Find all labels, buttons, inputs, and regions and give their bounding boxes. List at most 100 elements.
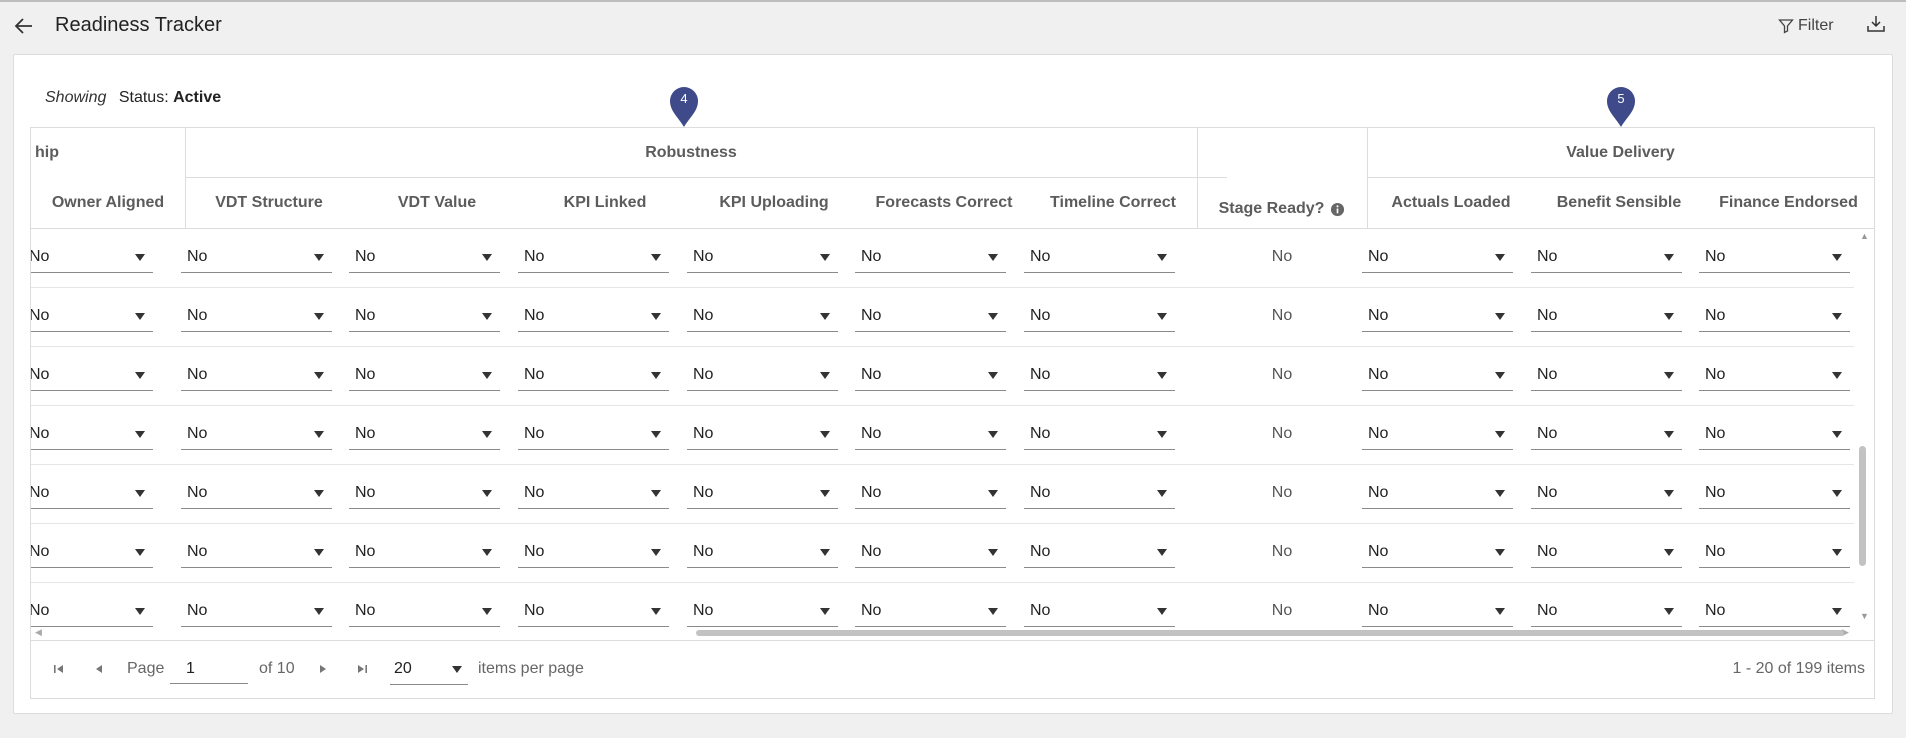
- actuals-loaded-dropdown[interactable]: No: [1362, 242, 1513, 273]
- next-page-icon[interactable]: [316, 662, 330, 676]
- forecasts-correct-dropdown[interactable]: No: [855, 478, 1006, 509]
- caret-down-icon: [651, 312, 661, 320]
- actuals-loaded-dropdown[interactable]: No: [1362, 478, 1513, 509]
- kpi-linked-dropdown[interactable]: No: [518, 596, 669, 627]
- kpi-linked-dropdown[interactable]: No: [518, 537, 669, 568]
- benefit-sensible-dropdown[interactable]: No: [1531, 596, 1682, 627]
- actuals-loaded-dropdown[interactable]: No: [1362, 360, 1513, 391]
- vdt-structure-dropdown[interactable]: No: [181, 596, 332, 627]
- actuals-loaded-dropdown[interactable]: No: [1362, 301, 1513, 332]
- kpi-uploading-dropdown[interactable]: No: [687, 478, 838, 509]
- forecasts-correct-dropdown[interactable]: No: [855, 596, 1006, 627]
- finance-endorsed-dropdown[interactable]: No: [1699, 242, 1850, 273]
- timeline-correct-dropdown[interactable]: No: [1024, 537, 1175, 568]
- kpi-uploading-dropdown[interactable]: No: [687, 301, 838, 332]
- finance-endorsed-dropdown[interactable]: No: [1699, 360, 1850, 391]
- timeline-correct-dropdown[interactable]: No: [1024, 419, 1175, 450]
- kpi-uploading-dropdown[interactable]: No: [687, 596, 838, 627]
- vdt-value-dropdown[interactable]: No: [349, 360, 500, 391]
- benefit-sensible-dropdown[interactable]: No: [1531, 419, 1682, 450]
- vdt-value-dropdown[interactable]: No: [349, 242, 500, 273]
- forecasts-correct-dropdown[interactable]: No: [855, 360, 1006, 391]
- vdt-structure-dropdown[interactable]: No: [181, 242, 332, 273]
- vertical-scrollbar-thumb[interactable]: [1859, 446, 1866, 566]
- owner-aligned-dropdown[interactable]: No: [30, 360, 153, 391]
- actuals-loaded-dropdown[interactable]: No: [1362, 419, 1513, 450]
- kpi-linked-dropdown[interactable]: No: [518, 478, 669, 509]
- last-page-icon[interactable]: [355, 662, 369, 676]
- vdt-value-dropdown[interactable]: No: [349, 537, 500, 568]
- col-header-timeline-correct[interactable]: Timeline Correct: [1029, 178, 1197, 228]
- owner-aligned-dropdown[interactable]: No: [31, 419, 153, 450]
- col-header-forecasts-correct[interactable]: Forecasts Correct: [859, 178, 1029, 228]
- kpi-uploading-dropdown[interactable]: No: [687, 360, 838, 391]
- actuals-loaded-dropdown[interactable]: No: [1362, 537, 1513, 568]
- timeline-correct-dropdown[interactable]: No: [1024, 301, 1175, 332]
- kpi-linked-dropdown[interactable]: No: [518, 301, 669, 332]
- benefit-sensible-dropdown[interactable]: No: [1531, 360, 1682, 391]
- col-header-actuals-loaded[interactable]: Actuals Loaded: [1367, 178, 1535, 228]
- col-header-owner-aligned[interactable]: Owner Aligned: [31, 178, 185, 228]
- scroll-down-arrow-icon[interactable]: ▼: [1860, 611, 1869, 621]
- col-header-finance-endorsed[interactable]: Finance Endorsed: [1703, 178, 1874, 228]
- scroll-up-arrow-icon[interactable]: ▲: [1860, 231, 1869, 241]
- back-button[interactable]: [12, 14, 36, 38]
- vdt-structure-dropdown[interactable]: No: [181, 537, 332, 568]
- forecasts-correct-dropdown[interactable]: No: [855, 301, 1006, 332]
- col-header-vdt-structure[interactable]: VDT Structure: [185, 178, 353, 228]
- actuals-loaded-dropdown[interactable]: No: [1362, 596, 1513, 627]
- col-header-kpi-linked[interactable]: KPI Linked: [521, 178, 689, 228]
- info-icon[interactable]: [1330, 202, 1345, 217]
- kpi-uploading-dropdown[interactable]: No: [687, 537, 838, 568]
- forecasts-correct-dropdown[interactable]: No: [855, 419, 1006, 450]
- kpi-linked-dropdown[interactable]: No: [518, 242, 669, 273]
- finance-endorsed-dropdown[interactable]: No: [1699, 537, 1850, 568]
- benefit-sensible-dropdown[interactable]: No: [1531, 537, 1682, 568]
- vdt-structure-dropdown[interactable]: No: [181, 301, 332, 332]
- forecasts-correct-dropdown[interactable]: No: [855, 242, 1006, 273]
- owner-aligned-dropdown[interactable]: No: [31, 301, 153, 332]
- owner-aligned-dropdown[interactable]: No: [31, 242, 153, 273]
- finance-endorsed-dropdown[interactable]: No: [1699, 478, 1850, 509]
- finance-endorsed-dropdown[interactable]: No: [1699, 419, 1850, 450]
- first-page-icon[interactable]: [52, 662, 66, 676]
- timeline-correct-dropdown[interactable]: No: [1024, 478, 1175, 509]
- prev-page-icon[interactable]: [92, 662, 106, 676]
- timeline-correct-dropdown[interactable]: No: [1024, 360, 1175, 391]
- col-header-vdt-value[interactable]: VDT Value: [353, 178, 521, 228]
- benefit-sensible-dropdown[interactable]: No: [1531, 301, 1682, 332]
- export-button[interactable]: [1866, 14, 1888, 36]
- scroll-left-arrow-icon[interactable]: ◀: [35, 627, 42, 638]
- dropdown-value: No: [30, 366, 50, 383]
- owner-aligned-dropdown[interactable]: No: [31, 478, 153, 509]
- benefit-sensible-dropdown[interactable]: No: [1531, 478, 1682, 509]
- vdt-structure-dropdown[interactable]: No: [181, 478, 332, 509]
- vdt-structure-dropdown[interactable]: No: [181, 360, 332, 391]
- owner-aligned-dropdown[interactable]: No: [31, 596, 153, 627]
- vdt-value-dropdown[interactable]: No: [349, 478, 500, 509]
- filter-button[interactable]: Filter: [1778, 14, 1834, 38]
- vdt-value-dropdown[interactable]: No: [349, 419, 500, 450]
- vdt-structure-dropdown[interactable]: No: [181, 419, 332, 450]
- kpi-linked-dropdown[interactable]: No: [518, 419, 669, 450]
- vdt-value-dropdown[interactable]: No: [349, 301, 500, 332]
- col-header-kpi-uploading[interactable]: KPI Uploading: [689, 178, 859, 228]
- page-number-input[interactable]: 1: [170, 654, 248, 684]
- vdt-value-dropdown[interactable]: No: [349, 596, 500, 627]
- forecasts-correct-dropdown[interactable]: No: [855, 537, 1006, 568]
- caret-down-icon: [651, 253, 661, 261]
- kpi-uploading-dropdown[interactable]: No: [687, 419, 838, 450]
- timeline-correct-dropdown[interactable]: No: [1024, 242, 1175, 273]
- col-header-stage-ready[interactable]: Stage Ready?: [1197, 178, 1367, 240]
- finance-endorsed-dropdown[interactable]: No: [1699, 596, 1850, 627]
- finance-endorsed-dropdown[interactable]: No: [1699, 301, 1850, 332]
- timeline-correct-dropdown[interactable]: No: [1024, 596, 1175, 627]
- horizontal-scrollbar-thumb[interactable]: [696, 630, 1844, 636]
- vertical-scrollbar[interactable]: [1854, 228, 1872, 658]
- col-header-benefit-sensible[interactable]: Benefit Sensible: [1535, 178, 1703, 228]
- owner-aligned-dropdown[interactable]: No: [31, 537, 153, 568]
- kpi-linked-dropdown[interactable]: No: [518, 360, 669, 391]
- items-per-page-select[interactable]: 20: [390, 654, 468, 685]
- benefit-sensible-dropdown[interactable]: No: [1531, 242, 1682, 273]
- kpi-uploading-dropdown[interactable]: No: [687, 242, 838, 273]
